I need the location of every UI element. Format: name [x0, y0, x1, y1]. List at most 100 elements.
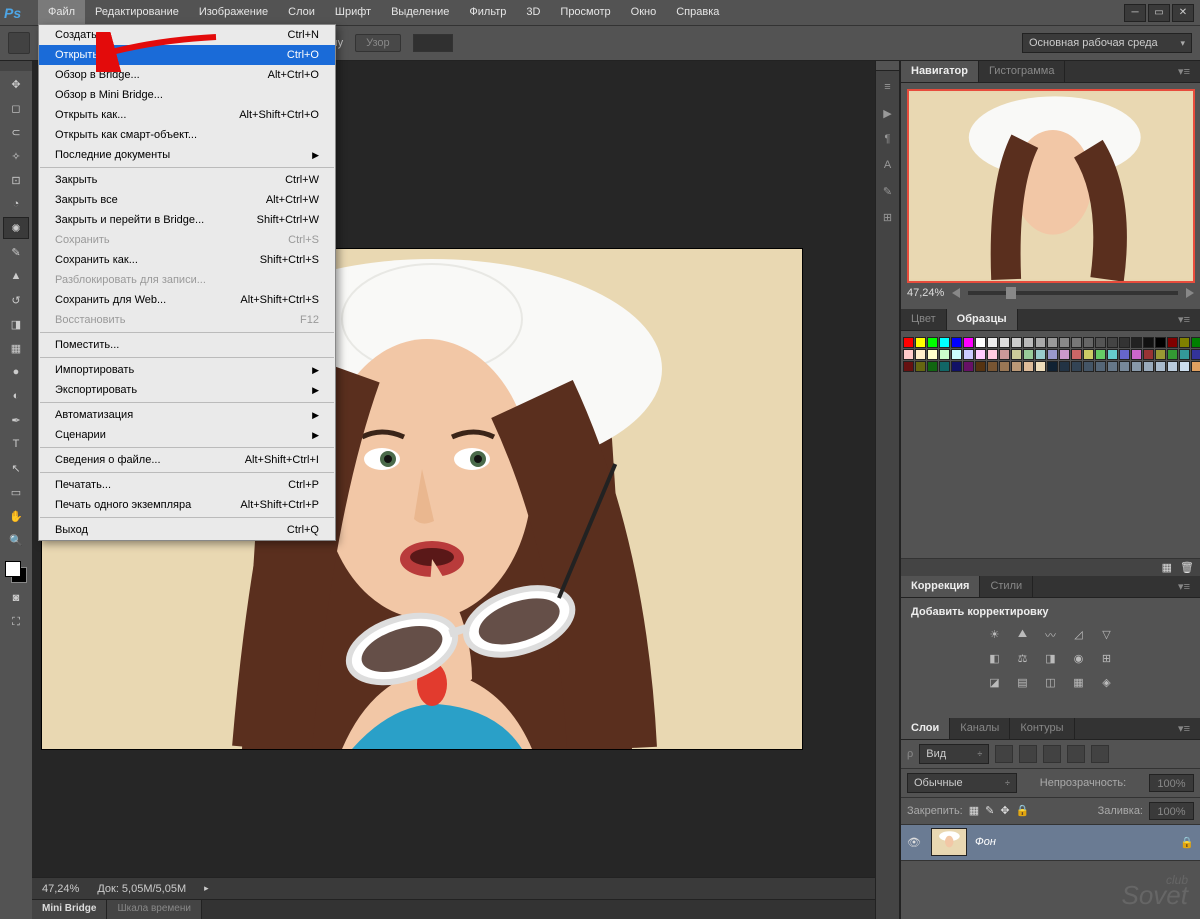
lock-icon[interactable]: 🔒 [1016, 804, 1030, 817]
menu-шрифт[interactable]: Шрифт [325, 0, 381, 25]
panel-menu-icon[interactable]: ▾≡ [1168, 718, 1200, 739]
menuitem--[interactable]: Открыть как смарт-объект... [39, 125, 335, 145]
tab-histogram[interactable]: Гистограмма [979, 61, 1066, 82]
menu-изображение[interactable]: Изображение [189, 0, 278, 25]
swatch[interactable] [1095, 337, 1106, 348]
gradient-map-icon[interactable]: ▦ [1070, 674, 1088, 692]
swatch[interactable] [915, 349, 926, 360]
swatch[interactable] [1047, 361, 1058, 372]
brush-tool[interactable]: ✎ [3, 241, 29, 263]
swatch[interactable] [1011, 349, 1022, 360]
swatch[interactable] [1119, 361, 1130, 372]
tool-preset-icon[interactable] [8, 32, 30, 54]
menuitem--[interactable]: ВыходCtrl+Q [39, 520, 335, 540]
navigator-zoom[interactable]: 47,24% [907, 287, 944, 299]
tab-layers[interactable]: Слои [901, 718, 950, 739]
menuitem--[interactable]: Печатать...Ctrl+P [39, 475, 335, 495]
path-selection-tool[interactable]: ↖ [3, 457, 29, 479]
blur-tool[interactable]: ● [3, 361, 29, 383]
workspace-dropdown[interactable]: Основная рабочая среда▾ [1022, 33, 1192, 53]
menu-файл[interactable]: Файл [38, 0, 85, 25]
exposure-icon[interactable]: ◿ [1070, 626, 1088, 644]
swatch[interactable] [951, 337, 962, 348]
threshold-icon[interactable]: ◫ [1042, 674, 1060, 692]
menu-выделение[interactable]: Выделение [381, 0, 459, 25]
magic-wand-tool[interactable]: ✧ [3, 145, 29, 167]
layer-filter-dropdown[interactable]: Вид÷ [919, 744, 989, 764]
history-brush-tool[interactable]: ↺ [3, 289, 29, 311]
paragraph-icon[interactable]: ¶ [878, 129, 898, 149]
swatch[interactable] [1059, 337, 1070, 348]
swatch[interactable] [1035, 349, 1046, 360]
levels-icon[interactable]: ⛰ [1014, 626, 1032, 644]
status-arrow-icon[interactable]: ▸ [204, 883, 209, 894]
tab-corrections[interactable]: Коррекция [901, 576, 980, 597]
swatch[interactable] [1071, 349, 1082, 360]
menuitem--[interactable]: Поместить... [39, 335, 335, 355]
swatch[interactable] [975, 349, 986, 360]
crop-tool[interactable]: ⊡ [3, 169, 29, 191]
channel-mixer-icon[interactable]: ⊞ [1098, 650, 1116, 668]
lock-position-icon[interactable]: ✎ [985, 804, 994, 817]
layer-row[interactable]: 👁 Фон 🔒 [901, 825, 1200, 861]
lasso-tool[interactable]: ⊂ [3, 121, 29, 143]
menuitem--[interactable]: Печать одного экземпляраAlt+Shift+Ctrl+P [39, 495, 335, 515]
pattern-button[interactable]: Узор [355, 34, 401, 52]
hand-tool[interactable]: ✋ [3, 505, 29, 527]
tab-navigator[interactable]: Навигатор [901, 61, 979, 82]
swatch[interactable] [1179, 361, 1190, 372]
fg-color-swatch[interactable] [5, 561, 21, 577]
swatch[interactable] [999, 349, 1010, 360]
swatch[interactable] [1107, 361, 1118, 372]
new-swatch-icon[interactable]: ▦ [1162, 561, 1172, 574]
menu-просмотр[interactable]: Просмотр [550, 0, 620, 25]
swatch[interactable] [1023, 361, 1034, 372]
swatch[interactable] [1083, 361, 1094, 372]
swatch[interactable] [927, 361, 938, 372]
swatch[interactable] [975, 337, 986, 348]
swatch[interactable] [927, 349, 938, 360]
swatch[interactable] [1023, 349, 1034, 360]
swatch[interactable] [1131, 337, 1142, 348]
swatch[interactable] [1095, 349, 1106, 360]
swatch[interactable] [987, 349, 998, 360]
menu-окно[interactable]: Окно [621, 0, 667, 25]
menuitem--[interactable]: Сведения о файле...Alt+Shift+Ctrl+I [39, 450, 335, 470]
menu-3d[interactable]: 3D [516, 0, 550, 25]
swatch[interactable] [1119, 337, 1130, 348]
screenmode-tool[interactable]: ⛶ [3, 611, 29, 633]
menuitem--[interactable]: ЗакрытьCtrl+W [39, 170, 335, 190]
swatch[interactable] [1059, 349, 1070, 360]
curves-icon[interactable]: 〰 [1042, 626, 1060, 644]
filter-shape-icon[interactable] [1067, 745, 1085, 763]
zoom-readout[interactable]: 47,24% [42, 883, 79, 895]
swatch[interactable] [1131, 349, 1142, 360]
swatch[interactable] [939, 361, 950, 372]
tab-timeline[interactable]: Шкала времени [107, 900, 201, 919]
swatch[interactable] [963, 349, 974, 360]
blend-mode-dropdown[interactable]: Обычные÷ [907, 773, 1017, 793]
swatch[interactable] [903, 349, 914, 360]
zoom-slider[interactable] [968, 291, 1178, 295]
patch-tool[interactable]: ✺ [3, 217, 29, 239]
menuitem--bridge-[interactable]: Закрыть и перейти в Bridge...Shift+Ctrl+… [39, 210, 335, 230]
swatch[interactable] [915, 361, 926, 372]
swatch[interactable] [1167, 337, 1178, 348]
menuitem--[interactable]: Экспортировать▶ [39, 380, 335, 400]
swatch[interactable] [951, 361, 962, 372]
posterize-icon[interactable]: ▤ [1014, 674, 1032, 692]
swatch[interactable] [1011, 361, 1022, 372]
swatch[interactable] [1059, 361, 1070, 372]
swatch[interactable] [963, 361, 974, 372]
swatch[interactable] [1071, 361, 1082, 372]
menu-редактирование[interactable]: Редактирование [85, 0, 189, 25]
filter-pixel-icon[interactable] [995, 745, 1013, 763]
menuitem--[interactable]: Создать...Ctrl+N [39, 25, 335, 45]
swatch[interactable] [951, 349, 962, 360]
swatch[interactable] [1191, 361, 1200, 372]
swatch[interactable] [915, 337, 926, 348]
swatch[interactable] [1155, 361, 1166, 372]
filter-type-icon[interactable] [1043, 745, 1061, 763]
menuitem--[interactable]: Сохранить как...Shift+Ctrl+S [39, 250, 335, 270]
layer-name[interactable]: Фон [975, 836, 1172, 848]
